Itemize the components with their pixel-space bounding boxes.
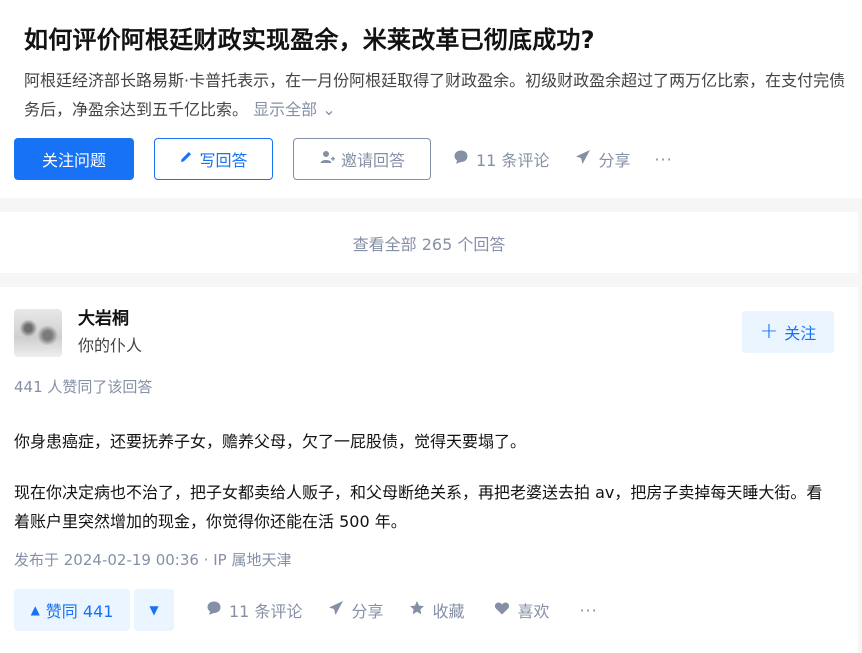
answer-content: 你身患癌症，还要抚养子女，赡养父母，欠了一屁股债，觉得天要塌了。 现在你决定病也… (14, 427, 838, 536)
answer-share-button[interactable]: 分享 (328, 598, 383, 622)
like-button[interactable]: 喜欢 (494, 598, 550, 622)
answer-comments-label: 11 条评论 (229, 602, 303, 621)
upvote-button[interactable]: ▲ 赞同 441 (14, 589, 130, 631)
question-header: 如何评价阿根廷财政实现盈余，米莱改革已彻底成功? 阿根廷经济部长路易斯·卡普托表… (0, 0, 862, 198)
comment-bubble-icon (206, 600, 222, 620)
question-share-label: 分享 (598, 151, 631, 170)
question-more-button[interactable]: ··· (654, 150, 672, 169)
answer-meta[interactable]: 发布于 2024-02-19 00:36 · IP 属地天津 (14, 549, 291, 570)
question-title[interactable]: 如何评价阿根廷财政实现盈余，米莱改革已彻底成功? (24, 22, 862, 58)
answer-comments-button[interactable]: 11 条评论 (206, 598, 302, 622)
answer-card: 大岩桐 你的仆人 + 关注 441 人赞同了该回答 你身患癌症，还要抚养子女，赡… (0, 287, 858, 653)
heart-icon (494, 600, 510, 620)
question-detail: 阿根廷经济部长路易斯·卡普托表示，在一月份阿根廷取得了财政盈余。初级财政盈余超过… (24, 66, 862, 124)
follow-author-label: 关注 (784, 324, 817, 343)
answer-actions: ▲ 赞同 441 ▼ 11 条评论 分享 收藏 喜欢 ··· (14, 589, 598, 631)
collect-label: 收藏 (432, 602, 465, 621)
triangle-up-icon: ▲ (30, 603, 40, 617)
follow-question-button[interactable]: 关注问题 (14, 138, 134, 180)
downvote-button[interactable]: ▼ (134, 589, 174, 631)
author-block: 大岩桐 你的仆人 (14, 309, 142, 357)
follow-author-button[interactable]: + 关注 (742, 311, 834, 353)
votes-summary: 441 人赞同了该回答 (14, 378, 153, 396)
pen-icon (179, 150, 193, 168)
show-all-link[interactable]: 显示全部 ⌄ (253, 100, 336, 119)
question-share-button[interactable]: 分享 (575, 147, 630, 171)
upvote-label: 赞同 441 (45, 602, 114, 621)
write-answer-label: 写回答 (199, 151, 248, 170)
add-user-icon (319, 149, 335, 169)
write-answer-button[interactable]: 写回答 (154, 138, 273, 180)
answer-more-button[interactable]: ··· (580, 601, 598, 620)
plus-icon: + (759, 319, 779, 344)
answer-paragraph: 你身患癌症，还要抚养子女，赡养父母，欠了一屁股债，觉得天要塌了。 (14, 432, 527, 451)
author-info: 大岩桐 你的仆人 (78, 309, 142, 357)
star-icon (409, 600, 425, 620)
invite-answer-button[interactable]: 邀请回答 (293, 138, 431, 180)
triangle-down-icon: ▼ (149, 603, 159, 617)
question-actions: 关注问题 写回答 邀请回答 11 条评论 分享 ··· (14, 138, 673, 180)
author-bio: 你的仆人 (78, 336, 143, 355)
author-name[interactable]: 大岩桐 (78, 307, 142, 331)
paper-plane-icon (575, 149, 591, 169)
question-comments-label: 11 条评论 (476, 151, 550, 170)
paper-plane-icon (328, 600, 344, 620)
answer-paragraph: 现在你决定病也不治了，把子女都卖给人贩子，和父母断绝关系，再把老婆送去拍 av，… (14, 483, 823, 531)
view-all-answers-link[interactable]: 查看全部 265 个回答 (0, 212, 858, 273)
collect-button[interactable]: 收藏 (409, 598, 464, 622)
answer-share-label: 分享 (351, 602, 384, 621)
invite-answer-label: 邀请回答 (340, 151, 405, 170)
question-comments-button[interactable]: 11 条评论 (453, 147, 549, 171)
comment-bubble-icon (453, 149, 469, 169)
question-detail-text: 阿根廷经济部长路易斯·卡普托表示，在一月份阿根廷取得了财政盈余。初级财政盈余超过… (24, 71, 846, 119)
avatar[interactable] (14, 309, 62, 357)
like-label: 喜欢 (517, 602, 550, 621)
